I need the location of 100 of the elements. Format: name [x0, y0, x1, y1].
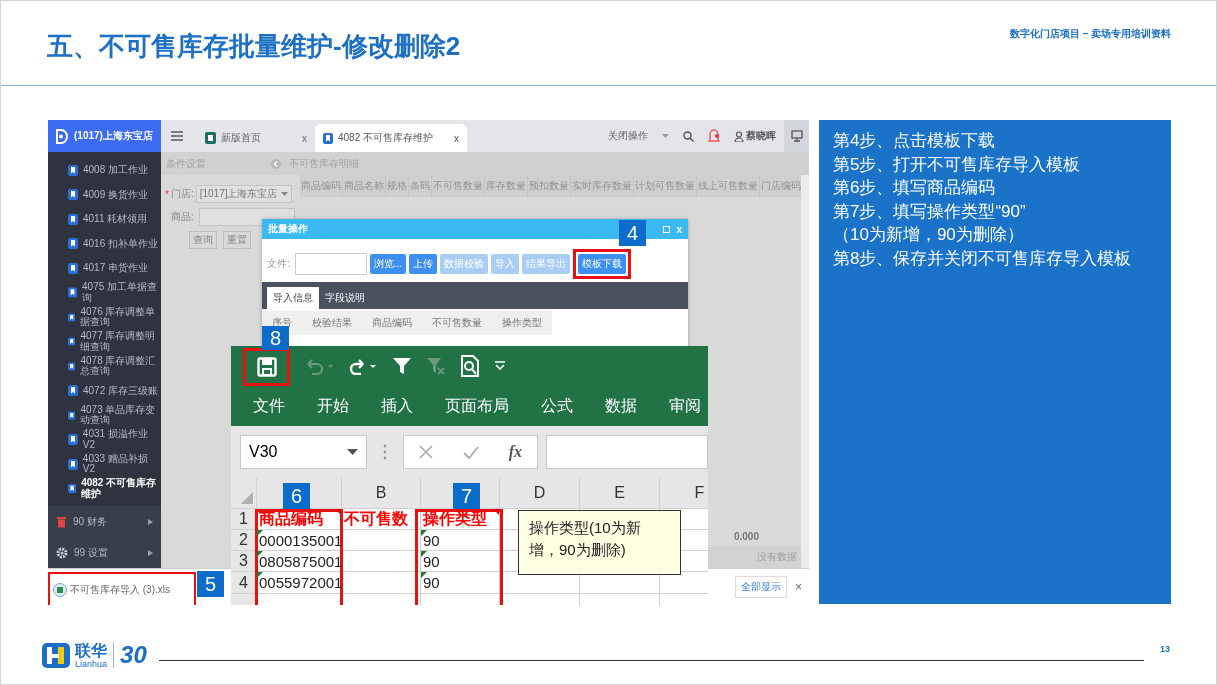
menu-item[interactable]: 4033 赠品补损V2: [48, 452, 161, 477]
clear-filter-icon[interactable]: [426, 356, 446, 376]
bookmark-icon: [68, 189, 78, 201]
collapse-icon[interactable]: [271, 158, 281, 169]
download-file-name[interactable]: 不可售库存导入 (3).xls: [70, 583, 170, 597]
bookmark-icon: [68, 311, 76, 323]
bookmark-icon: [68, 360, 76, 372]
menu-icon[interactable]: [171, 131, 183, 141]
menu-item[interactable]: 4075 加工单据查询: [48, 280, 161, 305]
menu-item[interactable]: 4073 单品库存变动查询: [48, 403, 161, 428]
search-icon[interactable]: [683, 130, 694, 142]
menu-item[interactable]: 4077 库存调整明细查询: [48, 329, 161, 354]
close-button[interactable]: ×: [795, 580, 802, 594]
close-tab-button[interactable]: x: [302, 132, 307, 144]
menu-group[interactable]: 99 设置: [48, 537, 161, 568]
tab[interactable]: 字段说明: [319, 287, 371, 309]
bookmark-icon: [68, 262, 78, 274]
ribbon-tab[interactable]: 页面布局: [445, 395, 509, 417]
ribbon-tab[interactable]: 数据: [605, 395, 637, 417]
select-all-icon[interactable]: [241, 492, 253, 504]
ribbon-tab[interactable]: 审阅: [669, 395, 701, 417]
redo-icon[interactable]: [348, 357, 378, 375]
ribbon-tab[interactable]: 开始: [317, 395, 349, 417]
formula-field[interactable]: [546, 435, 708, 469]
brand-name: 联华: [75, 641, 108, 659]
tab[interactable]: 4082 不可售库存维护 x: [315, 124, 468, 152]
menu-item[interactable]: 4008 加工作业: [48, 158, 161, 183]
step-badge: 6: [283, 483, 310, 509]
table-cell: 商品编码: [257, 509, 341, 529]
store-select[interactable]: [1017]上海东宝店: [195, 185, 292, 203]
column-header[interactable]: E: [580, 478, 659, 508]
menu-item[interactable]: 4031 损溢作业V2: [48, 427, 161, 452]
show-all-button[interactable]: 全部显示: [735, 576, 787, 598]
user-menu[interactable]: 蔡晓晖: [734, 129, 776, 143]
menu-item[interactable]: 4082 不可售库存维护: [48, 476, 161, 501]
row-number: 4: [238, 572, 249, 593]
table-cell[interactable]: 90: [421, 572, 499, 593]
slide-title: 五、不可售库存批量维护-修改删除2: [47, 30, 461, 63]
table-cell: 操作类型: [421, 509, 499, 529]
store-logo-icon: [55, 128, 68, 144]
caret-icon: [347, 449, 358, 455]
step-badge: 4: [619, 220, 647, 246]
settings-icon: [56, 546, 68, 559]
step-badge: 8: [262, 326, 289, 350]
step-text: （10为新增，90为删除）: [833, 224, 1025, 246]
field-label: 商品:: [171, 210, 194, 224]
spreadsheet-file-icon: [53, 583, 67, 597]
bookmark-icon: [68, 385, 78, 397]
bookmark-icon: [68, 434, 78, 446]
column-header: 规格: [386, 175, 409, 197]
tab[interactable]: 新版首页 x: [197, 124, 315, 152]
menu-item[interactable]: 4078 库存调整汇总查询: [48, 354, 161, 379]
user-icon: [734, 130, 744, 142]
menu-item[interactable]: 4009 换货作业: [48, 182, 161, 207]
maximize-icon[interactable]: [663, 225, 671, 233]
customize-icon[interactable]: [494, 361, 506, 371]
filter-icon[interactable]: [392, 356, 412, 376]
insert-function-button[interactable]: fx: [508, 443, 523, 461]
column-header[interactable]: B: [342, 478, 420, 508]
page-number: 13: [1160, 644, 1170, 654]
menu-item[interactable]: 4016 扣补单作业: [48, 231, 161, 256]
bell-icon[interactable]: [708, 128, 720, 144]
file-field[interactable]: [294, 253, 367, 275]
step-badge: 7: [453, 483, 480, 509]
column-header[interactable]: D: [500, 478, 579, 508]
step-text: 第7步、填写操作类型“90”: [833, 200, 1027, 223]
scrollbar[interactable]: [801, 175, 809, 568]
column-header: 商品编码: [362, 311, 422, 335]
more-icon: [383, 444, 387, 460]
step-text: 第4步、点击模板下载: [833, 130, 997, 152]
column-header: 不可售数量: [422, 311, 492, 335]
ribbon-tab[interactable]: 文件: [253, 395, 285, 417]
comment-tooltip: 操作类型(10为新增，90为删除): [518, 510, 681, 575]
menu-group[interactable]: 90 财务: [48, 506, 161, 537]
save-icon[interactable]: [256, 357, 277, 377]
close-tab-button[interactable]: x: [454, 132, 460, 144]
table-cell[interactable]: 90: [421, 530, 499, 550]
ribbon-tab[interactable]: 插入: [381, 395, 413, 417]
column-header[interactable]: F: [660, 478, 708, 508]
menu-item[interactable]: 4017 串货作业: [48, 256, 161, 281]
bookmark-icon: [323, 132, 333, 144]
menu-item[interactable]: 4072 库存三级账: [48, 378, 161, 403]
menu-item[interactable]: 4076 库存调整单据查询: [48, 305, 161, 330]
menu-item[interactable]: 4011 耗材领用: [48, 207, 161, 232]
app-icon: [205, 132, 216, 144]
caret-icon: [280, 192, 288, 196]
name-box[interactable]: V30: [240, 435, 367, 469]
table-cell[interactable]: 90: [421, 551, 499, 571]
ribbon-tab[interactable]: 公式: [541, 395, 573, 417]
print-preview-icon[interactable]: [460, 355, 480, 377]
close-menu[interactable]: 关闭操作: [608, 129, 648, 143]
undo-icon[interactable]: [304, 357, 334, 375]
cancel-icon[interactable]: [418, 445, 433, 459]
tab[interactable]: 导入信息: [267, 287, 319, 309]
bookmark-icon: [68, 483, 77, 495]
step-badge: 5: [197, 571, 224, 597]
check-icon[interactable]: [462, 445, 479, 459]
bookmark-icon: [68, 287, 78, 299]
monitor-icon[interactable]: [790, 130, 803, 142]
dialog-title: 批量操作: [268, 222, 308, 236]
